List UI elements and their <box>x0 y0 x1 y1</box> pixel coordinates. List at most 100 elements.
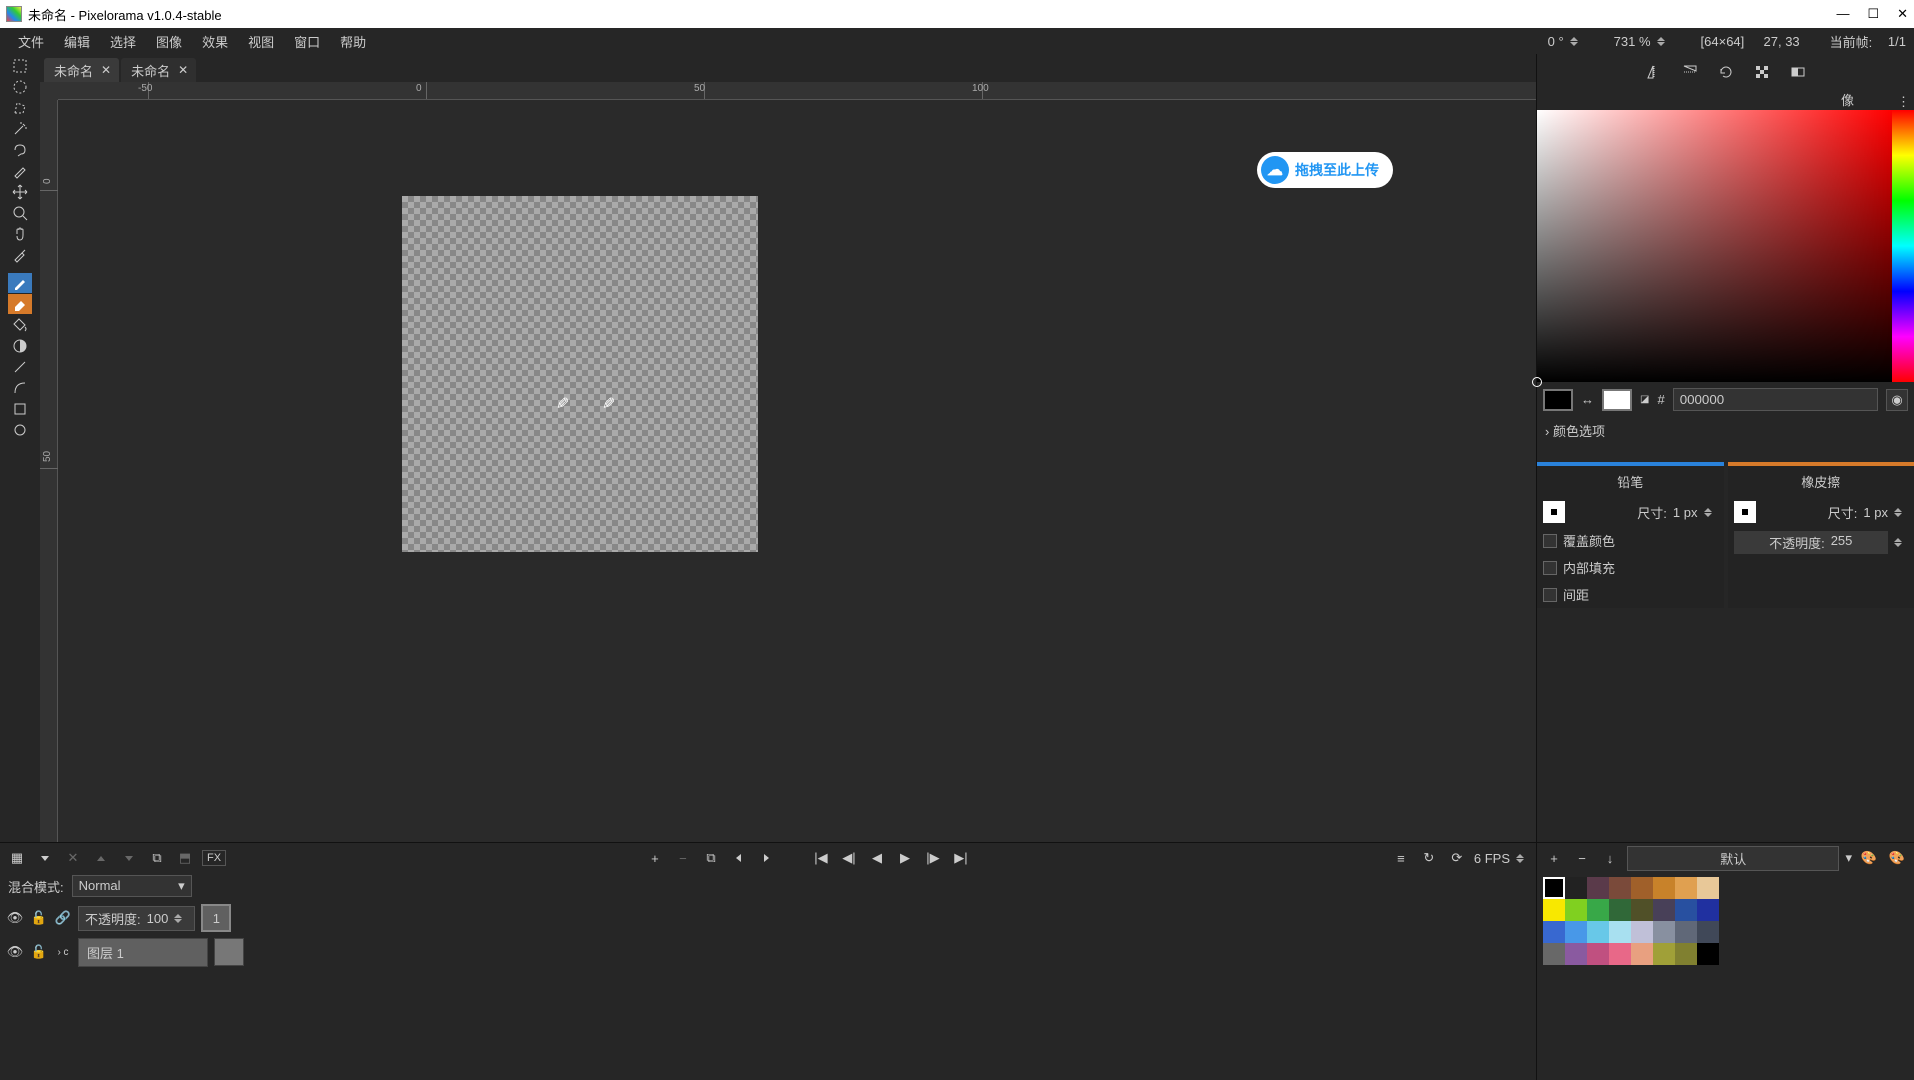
screen-picker-icon[interactable]: ◉ <box>1886 389 1908 411</box>
tool-ellipse[interactable] <box>8 420 32 440</box>
fps-label[interactable]: 6 FPS <box>1474 851 1510 866</box>
palette-color[interactable] <box>1565 943 1587 965</box>
panel-menu-icon[interactable]: ⋮ <box>1897 94 1910 110</box>
palette-sort-button[interactable]: ↓ <box>1599 847 1621 869</box>
palette-color[interactable] <box>1587 921 1609 943</box>
link-icon[interactable]: 🔗 <box>54 910 72 926</box>
palette-color[interactable] <box>1609 943 1631 965</box>
palette-remove-button[interactable]: − <box>1571 847 1593 869</box>
palette-color[interactable] <box>1609 921 1631 943</box>
onion-skin-button[interactable]: ≡ <box>1390 847 1412 869</box>
color-options-label[interactable]: 颜色选项 <box>1553 424 1605 439</box>
last-frame-button[interactable]: ▶| <box>950 847 972 869</box>
tool-eraser[interactable] <box>8 294 32 314</box>
fps-spinner[interactable] <box>1516 854 1530 863</box>
swap-colors-icon[interactable]: ↔ <box>1581 392 1594 407</box>
palette-color[interactable] <box>1675 921 1697 943</box>
tool-curve[interactable] <box>8 378 32 398</box>
canvas-checker[interactable] <box>402 196 758 552</box>
palette-color[interactable] <box>1631 943 1653 965</box>
palette-color[interactable] <box>1631 899 1653 921</box>
size-value[interactable]: 1 px <box>1673 505 1698 520</box>
merge-layer-button[interactable]: ⬒ <box>174 847 196 869</box>
delete-layer-button[interactable]: ✕ <box>62 847 84 869</box>
remove-frame-button[interactable]: − <box>672 847 694 869</box>
clone-layer-button[interactable]: ⧉ <box>146 847 168 869</box>
menu-view[interactable]: 视图 <box>238 29 284 54</box>
brush-preview[interactable] <box>1734 501 1756 523</box>
tool-move[interactable] <box>8 182 32 202</box>
palette-add-button[interactable]: + <box>1543 847 1565 869</box>
menu-window[interactable]: 窗口 <box>284 29 330 54</box>
fx-button[interactable]: FX <box>202 850 226 866</box>
next-frame-button[interactable]: |▶ <box>922 847 944 869</box>
lock-icon[interactable]: 🔓 <box>30 910 48 926</box>
close-icon[interactable]: ✕ <box>1897 6 1908 22</box>
tool-rect[interactable] <box>8 399 32 419</box>
menu-effects[interactable]: 效果 <box>192 29 238 54</box>
frame-header[interactable]: 1 <box>201 904 231 932</box>
visibility-icon[interactable]: 👁 <box>6 944 24 960</box>
chevron-down-icon[interactable]: ▾ <box>1845 850 1852 866</box>
tool-pencil[interactable] <box>8 273 32 293</box>
loop-button[interactable]: ↻ <box>1418 847 1440 869</box>
move-down-button[interactable] <box>118 847 140 869</box>
palette-color[interactable] <box>1697 921 1719 943</box>
gradient-icon[interactable] <box>1785 59 1811 85</box>
layer-row[interactable]: 👁 🔓 › c 图层 1 <box>6 937 1530 967</box>
tool-lasso[interactable] <box>8 140 32 160</box>
brush-preview[interactable] <box>1543 501 1565 523</box>
palette-color[interactable] <box>1675 899 1697 921</box>
hue-slider[interactable] <box>1892 110 1914 382</box>
palette-color[interactable] <box>1565 921 1587 943</box>
tool-magic-wand[interactable] <box>8 119 32 139</box>
flip-v-icon[interactable] <box>1677 59 1703 85</box>
tool-line[interactable] <box>8 357 32 377</box>
palette-color[interactable] <box>1697 899 1719 921</box>
visibility-icon[interactable]: 👁 <box>6 910 24 926</box>
spacing-checkbox[interactable] <box>1543 588 1557 602</box>
size-spinner[interactable] <box>1894 508 1908 517</box>
palette-color[interactable] <box>1631 877 1653 899</box>
upload-chip[interactable]: ☁ 拖拽至此上传 <box>1257 152 1393 188</box>
play-button[interactable]: ▶ <box>894 847 916 869</box>
palette-color[interactable] <box>1653 899 1675 921</box>
palette-color[interactable] <box>1675 877 1697 899</box>
sv-cursor[interactable] <box>1532 377 1542 387</box>
fill-checkbox[interactable] <box>1543 561 1557 575</box>
opacity-spinner[interactable] <box>1894 538 1908 547</box>
tool-pan[interactable] <box>8 224 32 244</box>
document-tab[interactable]: 未命名 ✕ <box>44 58 119 82</box>
tab-close-icon[interactable]: ✕ <box>101 63 111 77</box>
palette-color[interactable] <box>1565 899 1587 921</box>
primary-color-swatch[interactable] <box>1543 389 1573 411</box>
move-up-button[interactable] <box>90 847 112 869</box>
maximize-icon[interactable]: ☐ <box>1867 6 1879 22</box>
palette-color[interactable] <box>1543 877 1565 899</box>
tool-paint-select[interactable] <box>8 161 32 181</box>
menu-select[interactable]: 选择 <box>100 29 146 54</box>
palette-color[interactable] <box>1609 877 1631 899</box>
rotate-icon[interactable] <box>1713 59 1739 85</box>
frame-tag-button[interactable] <box>728 847 750 869</box>
palette-color[interactable] <box>1631 921 1653 943</box>
palette-select[interactable]: 默认 <box>1627 846 1839 871</box>
reset-colors-icon[interactable]: ◪ <box>1640 394 1649 405</box>
add-layer-button[interactable]: ▦ <box>6 847 28 869</box>
tool-zoom[interactable] <box>8 203 32 223</box>
dither-icon[interactable] <box>1749 59 1775 85</box>
palette-color[interactable] <box>1543 899 1565 921</box>
palette-color[interactable] <box>1653 877 1675 899</box>
expand-icon[interactable]: › c <box>54 947 72 958</box>
palette-color[interactable] <box>1697 943 1719 965</box>
palette-color[interactable] <box>1543 921 1565 943</box>
document-tab[interactable]: 未命名 ✕ <box>121 58 196 82</box>
tool-ellipse-select[interactable] <box>8 77 32 97</box>
override-checkbox[interactable] <box>1543 534 1557 548</box>
palette-color[interactable] <box>1565 877 1587 899</box>
palette-color[interactable] <box>1609 899 1631 921</box>
palette-color[interactable] <box>1697 877 1719 899</box>
frame-move-button[interactable] <box>756 847 778 869</box>
menu-file[interactable]: 文件 <box>8 29 54 54</box>
palette-color[interactable] <box>1653 943 1675 965</box>
